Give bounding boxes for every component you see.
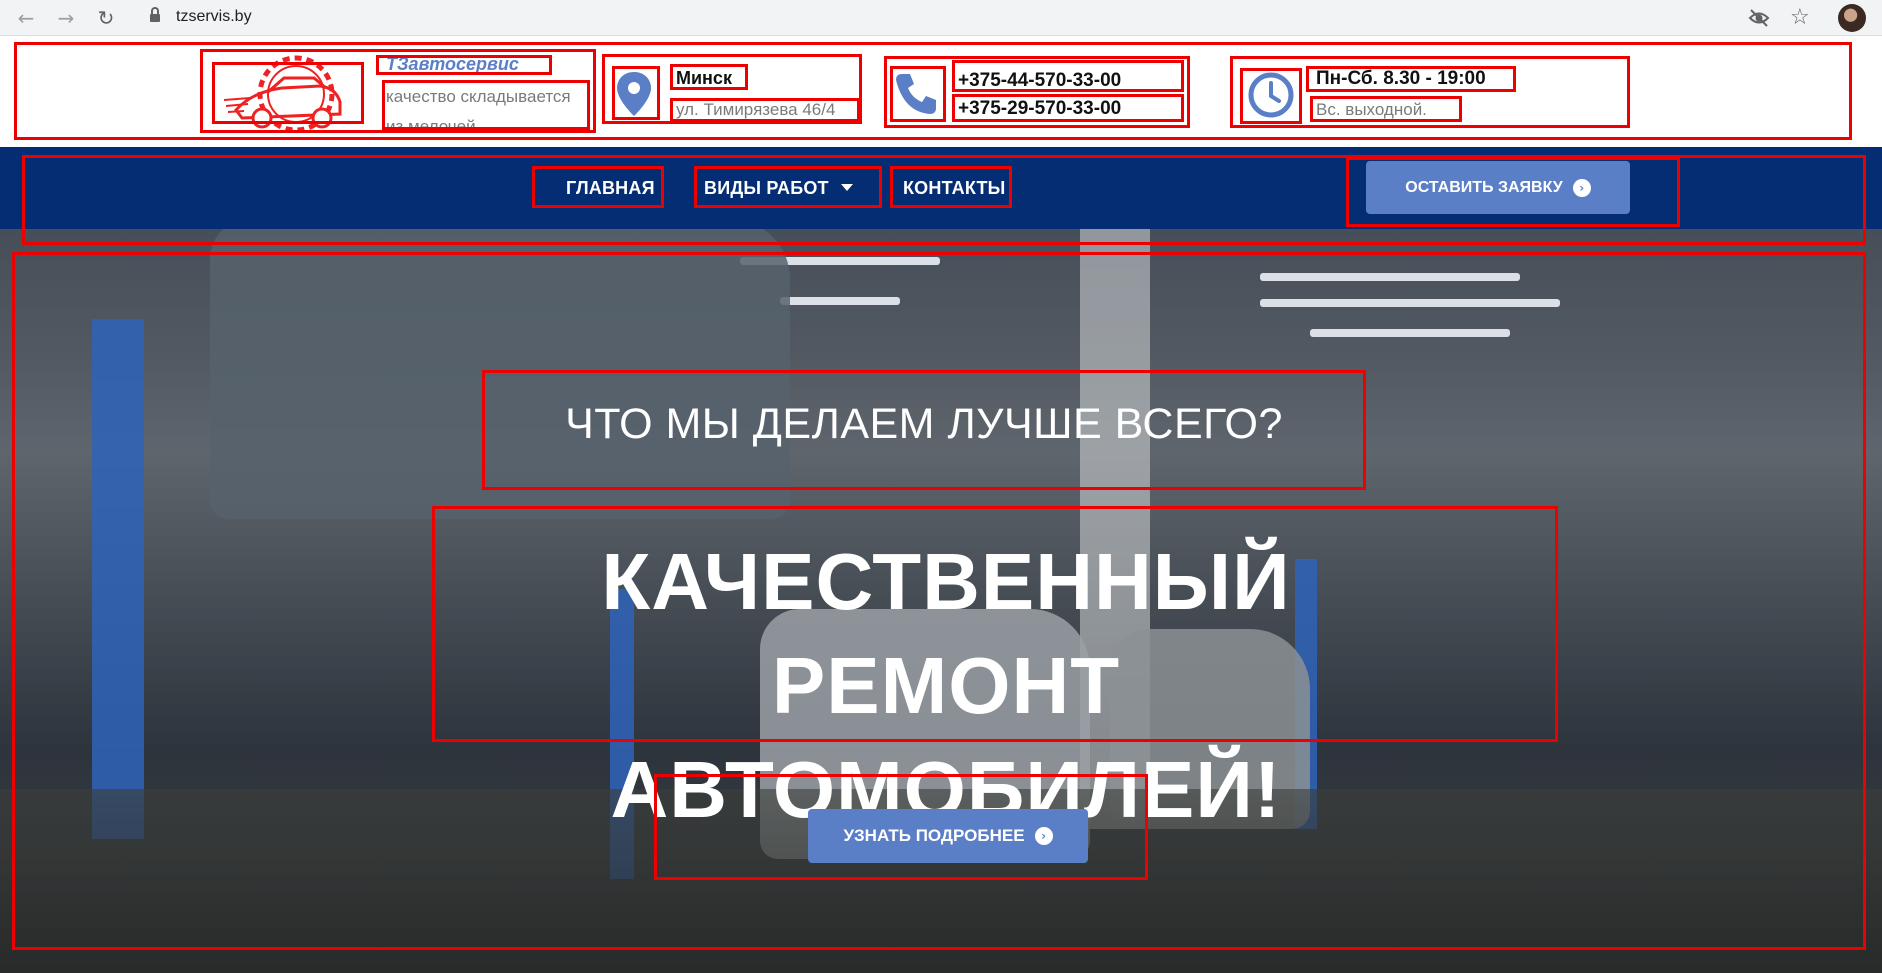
bookmark-star-icon[interactable]: ☆ bbox=[1790, 5, 1810, 30]
nav-item-contacts[interactable]: КОНТАКТЫ bbox=[903, 178, 1006, 199]
lifted-car bbox=[210, 229, 790, 519]
profile-avatar[interactable] bbox=[1838, 4, 1866, 32]
submit-request-button[interactable]: ОСТАВИТЬ ЗАЯВКУ › bbox=[1366, 161, 1630, 214]
nav-item-services-label: ВИДЫ РАБОТ bbox=[704, 178, 829, 198]
phone-number-1[interactable]: +375-44-570-33-00 bbox=[958, 70, 1121, 92]
back-arrow-icon[interactable]: ← bbox=[14, 6, 38, 30]
submit-request-label: ОСТАВИТЬ ЗАЯВКУ bbox=[1405, 178, 1563, 196]
arrow-right-circle-icon: › bbox=[1034, 827, 1053, 845]
clock-icon bbox=[1248, 72, 1294, 118]
forward-arrow-icon[interactable]: → bbox=[54, 6, 78, 30]
eye-off-icon[interactable] bbox=[1748, 8, 1770, 28]
brand-tagline: качество складывается из мелочей bbox=[386, 87, 571, 134]
brand-name[interactable]: ТЗавтосервис bbox=[386, 54, 519, 75]
location-pin-icon bbox=[617, 72, 651, 116]
arrow-right-circle-icon: › bbox=[1572, 178, 1591, 197]
day-off: Вс. выходной. bbox=[1316, 100, 1427, 119]
ceiling-light bbox=[1260, 299, 1560, 307]
learn-more-button[interactable]: УЗНАТЬ ПОДРОБНЕЕ › bbox=[808, 809, 1088, 863]
ceiling-light bbox=[1260, 273, 1520, 281]
logo-gear-car-icon[interactable] bbox=[222, 52, 362, 136]
hero-title: КАЧЕСТВЕННЫЙ РЕМОНТ АВТОМОБИЛЕЙ! bbox=[436, 530, 1456, 842]
city-name: Минск bbox=[676, 68, 732, 88]
address-bar[interactable] bbox=[134, 3, 1814, 33]
hero-title-line-1: КАЧЕСТВЕННЫЙ РЕМОНТ bbox=[601, 537, 1291, 730]
ceiling-light bbox=[780, 297, 900, 305]
street-address: ул. Тимирязева 46/4 bbox=[676, 100, 836, 119]
nav-item-services[interactable]: ВИДЫ РАБОТ bbox=[704, 178, 853, 199]
chevron-down-icon bbox=[840, 183, 853, 191]
url-text[interactable]: tzservis.by bbox=[176, 8, 252, 26]
lock-icon[interactable] bbox=[150, 7, 160, 23]
reload-icon[interactable]: ↻ bbox=[94, 6, 118, 30]
working-hours: Пн-Сб. 8.30 - 19:00 bbox=[1316, 68, 1486, 89]
phone-icon bbox=[896, 74, 936, 114]
learn-more-label: УЗНАТЬ ПОДРОБНЕЕ bbox=[843, 826, 1025, 845]
nav-item-home[interactable]: ГЛАВНАЯ bbox=[566, 178, 655, 199]
ceiling-light bbox=[1310, 329, 1510, 337]
phone-number-2[interactable]: +375-29-570-33-00 bbox=[958, 98, 1121, 120]
hero-subtitle: ЧТО МЫ ДЕЛАЕМ ЛУЧШЕ ВСЕГО? bbox=[565, 400, 1283, 448]
car-lift-post bbox=[92, 319, 144, 839]
